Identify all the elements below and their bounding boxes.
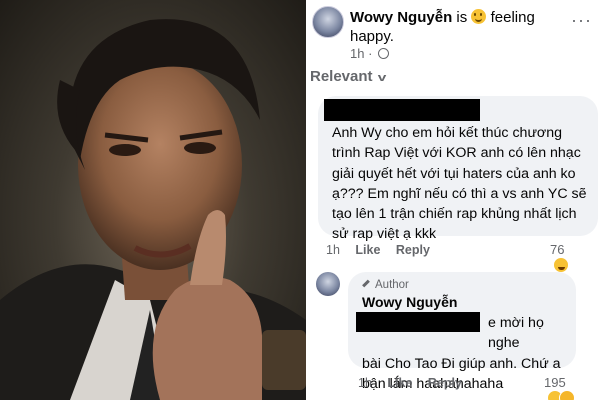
reaction-count: 76 — [550, 242, 565, 257]
reply-bubble: Author Wowy Nguyễn e mời họ nghe bài Cho… — [348, 272, 576, 392]
comment-time[interactable]: 1h — [326, 243, 340, 257]
author-avatar[interactable] — [312, 6, 344, 38]
comment-filter-dropdown[interactable]: Relevant v — [310, 68, 386, 85]
photo-illustration — [0, 19, 306, 400]
reply-actions: 1h Like Reply — [358, 376, 474, 390]
reply-time[interactable]: 1h — [358, 376, 372, 390]
reply-reply-button[interactable]: Reply — [428, 376, 462, 390]
reply-button[interactable]: Reply — [396, 243, 430, 257]
author-badge: Author — [362, 279, 409, 291]
reply-author-name[interactable]: Wowy Nguyễn — [362, 294, 457, 310]
reply-reaction-icons — [547, 390, 577, 400]
chevron-down-icon: v — [377, 72, 386, 84]
globe-icon — [378, 48, 390, 59]
like-button[interactable]: Like — [355, 243, 380, 257]
laugh-reaction-icon — [559, 390, 575, 400]
post-photo[interactable] — [0, 0, 306, 400]
comment-filter-label: Relevant — [310, 68, 373, 85]
post-header: Wowy Nguyễn is feeling happy. — [350, 8, 550, 46]
comment-text: Anh Wy cho em hỏi kết thúc chương trình … — [332, 125, 587, 243]
redacted-commenter-name — [324, 99, 480, 121]
smile-emoji-icon — [471, 9, 487, 24]
reply-like-button[interactable]: Like — [387, 376, 412, 390]
reaction-summary[interactable]: 76 — [550, 242, 600, 273]
more-options-icon[interactable]: ··· — [571, 10, 592, 31]
author-badge-label: Author — [375, 279, 409, 291]
reply-author-avatar[interactable] — [316, 272, 340, 296]
comment-actions: 1h Like Reply — [326, 243, 442, 257]
haha-reaction-icon — [553, 257, 569, 273]
facebook-post-panel: Wowy Nguyễn is feeling happy. 1h · ··· R… — [306, 0, 600, 400]
reply-reaction-summary[interactable]: 195 — [544, 375, 600, 400]
reaction-icons — [553, 257, 583, 273]
post-author-name[interactable]: Wowy Nguyễn — [350, 9, 452, 26]
reply-text-line1: e mời họ nghe — [488, 315, 544, 352]
pen-icon — [362, 279, 370, 288]
post-time[interactable]: 1h — [350, 46, 364, 61]
reply-reaction-count: 195 — [544, 375, 566, 390]
post-meta: 1h · — [350, 46, 390, 61]
status-prefix: is — [456, 9, 468, 26]
comment-bubble: Anh Wy cho em hỏi kết thúc chương trình … — [318, 96, 598, 242]
